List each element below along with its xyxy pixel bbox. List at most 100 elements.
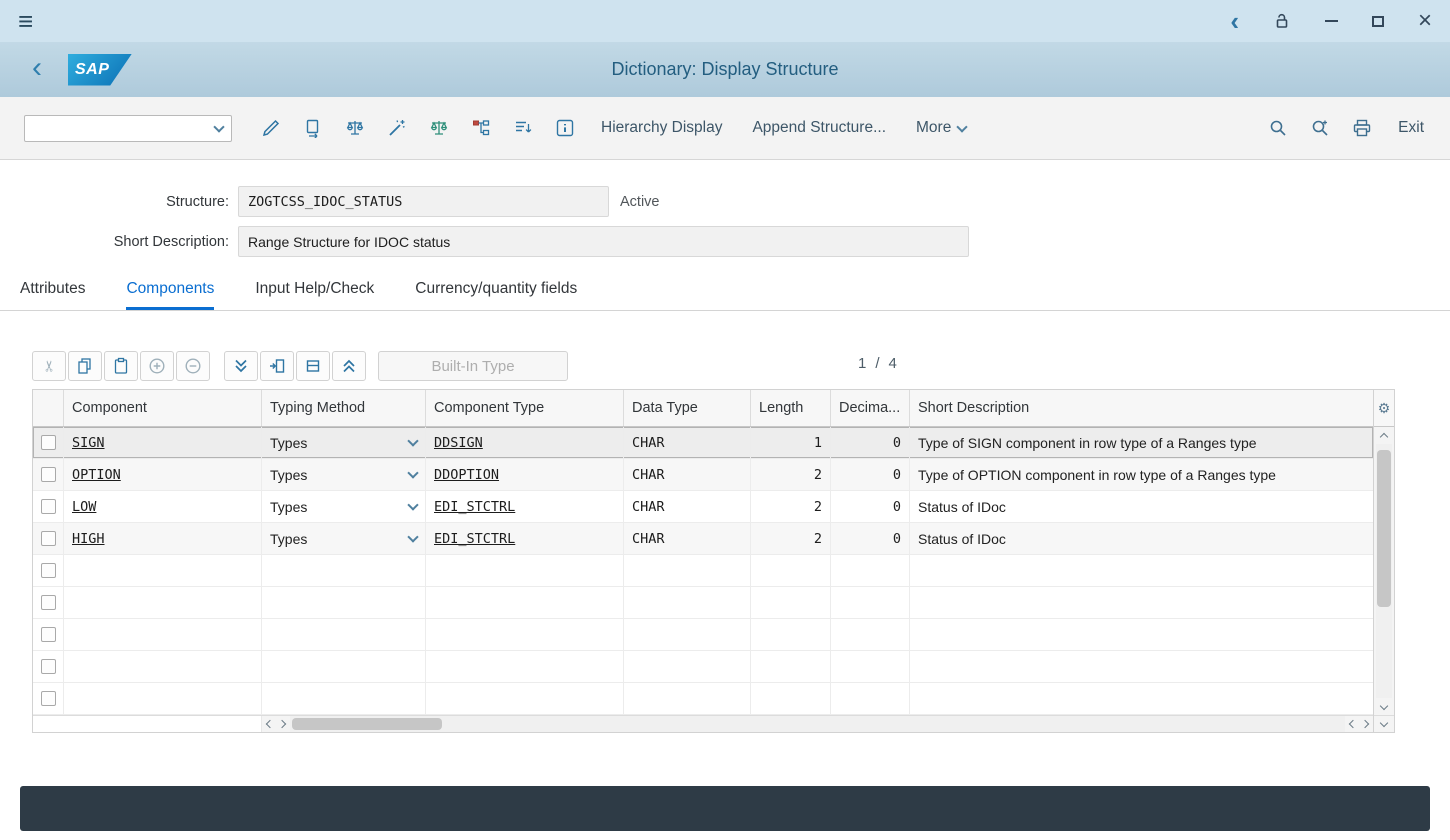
hamburger-menu-icon[interactable]: ≡ [18,8,33,34]
copy-button[interactable] [68,351,102,381]
col-header-component[interactable]: Component [64,390,262,426]
component-cell[interactable] [64,619,262,650]
built-in-type-button[interactable]: Built-In Type [378,351,568,381]
table-row-empty[interactable] [33,555,1373,587]
tab-currency-quantity-fields[interactable]: Currency/quantity fields [415,269,577,310]
component-link[interactable]: OPTION [72,467,121,483]
component-cell[interactable] [64,651,262,682]
move-down-button[interactable] [224,351,258,381]
short-description-input[interactable]: Range Structure for IDOC status [238,226,969,257]
exit-button[interactable]: Exit [1383,108,1426,148]
structure-input[interactable]: ZOGTCSS_IDOC_STATUS [238,186,609,217]
scroll-left-icon[interactable] [1345,716,1359,732]
scroll-right-icon[interactable] [1359,716,1373,732]
search-icon[interactable] [1257,108,1299,148]
col-header-length[interactable]: Length [751,390,831,426]
component-link[interactable]: LOW [72,499,96,515]
info-icon[interactable] [544,108,586,148]
activate-icon[interactable] [376,108,418,148]
object-list-icon[interactable] [502,108,544,148]
row-checkbox[interactable] [41,435,56,450]
minimize-icon[interactable] [1325,20,1338,22]
component-cell[interactable] [64,555,262,586]
chevron-down-icon[interactable] [407,435,418,446]
col-header-typing-method[interactable]: Typing Method [262,390,426,426]
table-row-empty[interactable] [33,683,1373,715]
component-type-link[interactable]: EDI_STCTRL [434,531,515,547]
cut-button[interactable]: ✂ [32,351,66,381]
scroll-down-icon[interactable] [1374,699,1394,715]
row-checkbox[interactable] [41,499,56,514]
chevron-down-icon[interactable] [407,531,418,542]
insert-row-button[interactable] [260,351,294,381]
table-settings-button[interactable]: ⚙ [1374,390,1394,427]
row-checkbox[interactable] [41,563,56,578]
typing-method-cell[interactable]: Types [262,491,426,522]
typing-method-cell[interactable]: Types [262,523,426,554]
chevron-down-icon[interactable] [407,467,418,478]
scroll-right-icon[interactable] [276,716,290,732]
component-link[interactable]: SIGN [72,435,105,451]
runtime-object-icon[interactable] [418,108,460,148]
session-lock-icon[interactable] [1273,12,1291,30]
component-cell[interactable] [64,587,262,618]
page-current[interactable]: 1 [858,355,866,372]
print-icon[interactable] [1341,108,1383,148]
typing-method-cell[interactable]: Types [262,427,426,458]
component-cell[interactable] [64,683,262,714]
maximize-icon[interactable] [1372,16,1384,27]
col-header-component-type[interactable]: Component Type [426,390,624,426]
table-row-empty[interactable] [33,651,1373,683]
row-checkbox[interactable] [41,691,56,706]
remove-row-button[interactable] [176,351,210,381]
navigate-back-icon[interactable]: ‹ [32,53,42,83]
table-row-empty[interactable] [33,619,1373,651]
table-row[interactable]: SIGN Types DDSIGN CHAR 1 0 Type of SIGN … [33,427,1373,459]
append-structure-button[interactable]: Append Structure... [737,108,901,148]
chevron-down-icon[interactable] [213,121,224,132]
col-header-short-description[interactable]: Short Description [910,390,1373,426]
component-type-link[interactable]: DDSIGN [434,435,483,451]
vscroll-track[interactable] [1376,444,1392,698]
more-button[interactable]: More [901,108,981,148]
row-checkbox[interactable] [41,595,56,610]
scroll-left-icon[interactable] [262,716,276,732]
paste-button[interactable] [104,351,138,381]
component-type-link[interactable]: DDOPTION [434,467,499,483]
tab-input-help-check[interactable]: Input Help/Check [255,269,374,310]
col-header-decimals[interactable]: Decima... [831,390,910,426]
add-row-button[interactable] [140,351,174,381]
select-all-header[interactable] [33,390,64,426]
vscroll-thumb[interactable] [1377,450,1391,607]
hierarchy-display-button[interactable]: Hierarchy Display [586,108,737,148]
other-object-icon[interactable] [292,108,334,148]
move-up-button[interactable] [332,351,366,381]
component-link[interactable]: HIGH [72,531,105,547]
tab-components[interactable]: Components [126,269,214,310]
where-used-icon[interactable] [460,108,502,148]
scroll-up-icon[interactable] [1374,427,1394,443]
typing-method-cell[interactable]: Types [262,459,426,490]
check-consistency-icon[interactable] [334,108,376,148]
display-change-icon[interactable] [250,108,292,148]
back-chevron-icon[interactable]: ‹ [1230,8,1239,34]
table-row[interactable]: LOW Types EDI_STCTRL CHAR 2 0 Status of … [33,491,1373,523]
command-field[interactable] [24,115,232,142]
delete-row-button[interactable] [296,351,330,381]
hscroll-thumb[interactable] [292,718,442,730]
table-row-empty[interactable] [33,587,1373,619]
tab-attributes[interactable]: Attributes [20,269,85,310]
scrollbar-corner[interactable] [1374,715,1394,732]
search-next-icon[interactable] [1299,108,1341,148]
row-checkbox[interactable] [41,467,56,482]
table-row[interactable]: OPTION Types DDOPTION CHAR 2 0 Type of O… [33,459,1373,491]
chevron-down-icon[interactable] [407,499,418,510]
row-checkbox[interactable] [41,627,56,642]
row-checkbox[interactable] [41,659,56,674]
component-type-link[interactable]: EDI_STCTRL [434,499,515,515]
close-icon[interactable]: × [1418,9,1432,33]
hscroll-track[interactable] [290,716,1345,732]
row-checkbox[interactable] [41,531,56,546]
table-row[interactable]: HIGH Types EDI_STCTRL CHAR 2 0 Status of… [33,523,1373,555]
col-header-data-type[interactable]: Data Type [624,390,751,426]
